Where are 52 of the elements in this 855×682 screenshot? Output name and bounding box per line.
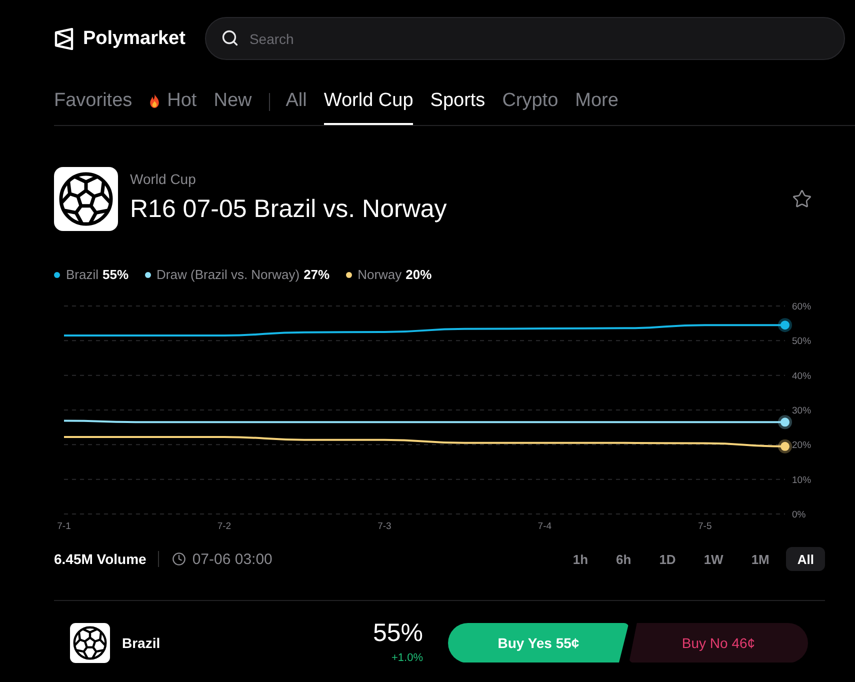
y-axis-label: 50% (792, 336, 812, 348)
logo-link[interactable]: Polymarket (54, 28, 186, 50)
time-range-button[interactable]: All (786, 547, 825, 571)
clock-icon (172, 552, 186, 566)
legend-label: Norway (358, 267, 402, 282)
legend-value: 55% (102, 267, 129, 282)
y-axis-label: 30% (792, 406, 812, 416)
nav-tab[interactable]: World Cup (324, 83, 414, 125)
chance-change: +1.0% (392, 652, 423, 665)
search-field[interactable]: Search (205, 17, 845, 60)
x-axis-label: 7-2 (217, 521, 232, 532)
event-title: R16 07-05 Brazil vs. Norway (130, 195, 447, 224)
nav-tab[interactable]: All (286, 83, 307, 125)
endpoint-marker (778, 415, 792, 430)
time-range-button[interactable]: 1h (562, 547, 600, 571)
end-date: 07-06 03:00 (192, 550, 272, 568)
soccer-ball-icon (70, 622, 110, 662)
y-axis-label: 60% (792, 302, 812, 312)
nav-tab[interactable]: New (214, 83, 252, 125)
time-range-button[interactable]: 1D (648, 547, 687, 571)
x-axis-label: 7-4 (538, 521, 552, 532)
x-axis-label: 7-3 (378, 521, 392, 532)
y-axis-label: 0% (792, 510, 806, 520)
volume-label: 6.45M Volume (54, 551, 146, 567)
time-range-button[interactable]: 1W (692, 547, 734, 571)
nav-tab[interactable]: More (575, 83, 618, 125)
outcome-chance: 55% (372, 620, 423, 647)
favorite-button[interactable] (792, 189, 812, 209)
y-axis-label: 20% (792, 440, 812, 452)
nav-tab[interactable]: Sports (430, 83, 486, 125)
nav-tab[interactable]: Favorites (54, 83, 132, 125)
buy-no-button[interactable]: Buy No 46¢ (629, 622, 808, 662)
x-axis-label: 7-5 (698, 521, 712, 532)
endpoint-marker (778, 439, 792, 454)
event-category: World Cup (130, 171, 196, 188)
time-range-button[interactable]: 6h (605, 547, 642, 571)
search-icon (221, 29, 240, 47)
legend-value: 27% (304, 267, 330, 282)
legend-value: 20% (406, 267, 432, 282)
star-icon (792, 189, 812, 209)
nav-tab[interactable]: Hot (149, 83, 197, 125)
logo-icon (54, 28, 74, 50)
outcome-name: Brazil (122, 634, 160, 650)
nav-tab[interactable]: Crypto (502, 83, 558, 125)
time-range-button[interactable]: 1M (740, 547, 780, 571)
endpoint-marker (778, 318, 792, 332)
x-axis-label: 7-1 (57, 521, 71, 532)
flame-icon (149, 94, 160, 108)
y-axis-label: 40% (792, 370, 812, 382)
legend-label: Draw (Brazil vs. Norway) (156, 267, 300, 282)
y-axis-label: 10% (792, 474, 812, 486)
legend-label: Brazil (66, 267, 99, 282)
